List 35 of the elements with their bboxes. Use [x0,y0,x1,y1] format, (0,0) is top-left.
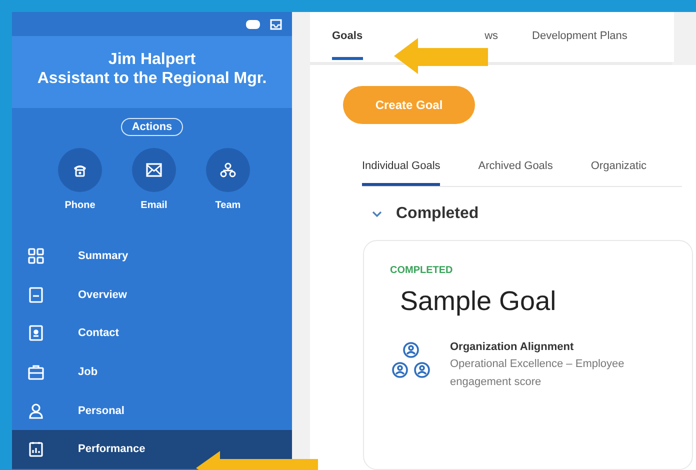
contact-icon [28,325,44,342]
status-label: COMPLETED [390,265,454,276]
sidebar-item[interactable]: Summary [12,237,182,276]
sidebar-item[interactable]: Job [12,352,182,392]
contact-label: Phone [64,200,96,211]
contact-label: Email [140,200,168,211]
people-network-icon [390,341,432,381]
tab[interactable]: Development Plans [532,12,628,63]
tab[interactable]: Organizatic [590,160,647,186]
inbox-icon[interactable] [270,18,282,30]
tab[interactable]: Individual Goals [362,160,440,186]
performance-icon [28,441,44,458]
chevron-icon [372,210,382,218]
envelope-icon [146,163,162,177]
employee-name: Jim Halpert [107,50,197,69]
tab[interactable]: ws [484,12,498,63]
actions-button[interactable]: Actions [120,118,184,136]
section-header[interactable]: Completed [372,205,479,223]
contact-label: Team [215,200,241,211]
email-button[interactable] [132,148,176,192]
overview-icon [28,286,44,303]
summary-icon [28,248,44,264]
sidebar-item[interactable]: Contact [12,314,182,353]
org-chart-icon [220,162,236,178]
goal-title: Sample Goal [400,286,558,317]
sidebar-item[interactable]: Overview [12,276,182,314]
sidebar-item[interactable]: Personal [12,391,182,430]
tab[interactable]: Archived Goals [478,160,553,186]
personal-icon [28,402,44,419]
alignment-value: Operational Excellence – Employee engagement score [450,357,626,390]
employee-title: Assistant to the Regional Mgr. [36,69,268,88]
phone-button[interactable] [58,148,102,192]
team-button[interactable] [206,148,250,192]
alignment-label: Organization Alignment [450,341,575,353]
job-icon [28,364,44,380]
